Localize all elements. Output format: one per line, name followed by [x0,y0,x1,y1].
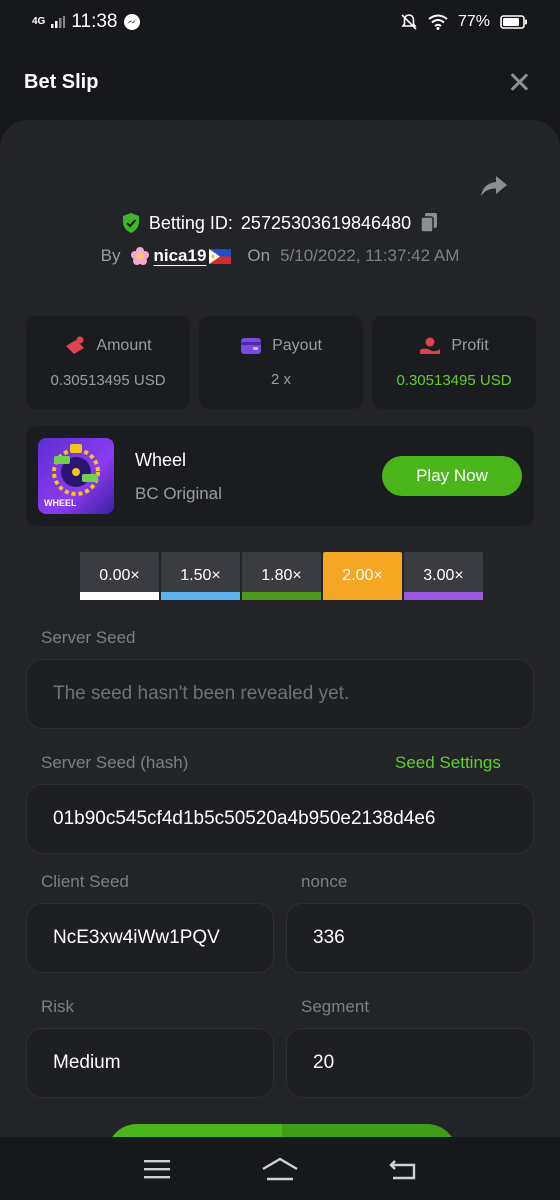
play-now-button[interactable]: Play Now [382,456,522,496]
stat-value: 0.30513495 USD [50,372,166,389]
stat-value: 0.30513495 USD [396,372,512,389]
bet-stats: Amount 0.30513495 USD Payout 2 x Profit … [26,316,536,409]
status-bar: 4G 11:38 77% [0,0,560,44]
bet-date: 5/10/2022, 11:37:42 AM [280,246,460,265]
header: Bet Slip [0,44,560,120]
network-indicator: 4G [32,16,46,27]
profit-icon [420,337,441,354]
mute-bell-icon [401,14,417,30]
amount-icon [66,336,85,354]
multiplier-bar: 0.00× 1.50× 1.80× 2.00× 3.00× [80,552,483,600]
server-seed-hash-field[interactable]: 01b90c545cf4d1b5c50520a4b950e2138d4e6 [26,784,534,854]
stat-amount: Amount 0.30513495 USD [26,316,190,409]
nonce-label: nonce [301,872,348,891]
multiplier-color-bar [242,592,321,600]
bet-details-sheet: Betting ID: 25725303619846480 By nica19 … [0,120,560,1140]
multiplier-chip: 1.80× [242,552,321,600]
clock: 11:38 [71,11,118,32]
seed-settings-link[interactable]: Seed Settings [395,753,501,773]
segment-field[interactable]: 20 [286,1028,534,1098]
signal-icon [51,16,66,28]
game-card: WHEEL Wheel BC Original Play Now [26,426,534,526]
back-icon [388,1159,415,1179]
wifi-icon [428,14,448,30]
home-nav-button[interactable] [260,1154,300,1184]
nonce-field[interactable]: 336 [286,903,534,973]
stat-label: Amount [96,337,152,354]
back-nav-button[interactable] [383,1154,423,1184]
battery-percent: 77% [457,13,490,30]
betting-id-label: Betting ID: [148,212,233,233]
multiplier-label: 1.50× [180,567,221,584]
segment-label: Segment [301,997,370,1016]
flower-icon [131,247,150,265]
multiplier-label: 1.80× [261,567,302,584]
multiplier-color-bar [323,592,402,600]
wallet-icon [241,338,262,354]
on-label: On [247,246,271,265]
client-seed-field[interactable]: NcE3xw4iWw1PQV [26,903,274,973]
menu-nav-button[interactable] [137,1154,177,1184]
risk-label: Risk [41,997,75,1016]
bet-meta-row: By nica19 On 5/10/2022, 11:37:42 AM [0,246,560,266]
multiplier-chip: 0.00× [80,552,159,600]
flag-icon [209,248,232,264]
multiplier-chip: 3.00× [404,552,483,600]
username[interactable]: nica19 [153,246,206,266]
copy-icon[interactable] [419,212,439,234]
multiplier-color-bar [161,592,240,600]
betting-id-row: Betting ID: 25725303619846480 [0,212,560,234]
battery-icon [500,15,527,29]
close-button[interactable] [508,71,530,93]
stat-value: 2 x [270,371,291,388]
game-thumbnail[interactable]: WHEEL [38,438,114,514]
user-link[interactable]: nica19 [130,246,232,266]
multiplier-label: 2.00× [342,567,383,584]
multiplier-label: 0.00× [99,567,140,584]
multiplier-color-bar [404,592,483,600]
stat-profit: Profit 0.30513495 USD [372,316,536,409]
betting-id-value: 25725303619846480 [240,212,412,233]
stat-payout: Payout 2 x [199,316,363,409]
multiplier-color-bar [80,592,159,600]
game-name: Wheel [135,450,187,470]
page-title: Bet Slip [24,70,99,93]
server-seed-field[interactable]: The seed hasn't been revealed yet. [26,659,534,729]
stat-label: Profit [451,337,489,354]
server-seed-hash-label: Server Seed (hash) [41,753,189,772]
stat-label: Payout [272,337,322,354]
server-seed-label: Server Seed [41,628,136,647]
verified-shield-icon [122,213,139,233]
multiplier-chip: 1.50× [161,552,240,600]
game-thumbnail-label: WHEEL [44,498,77,508]
risk-field[interactable]: Medium [26,1028,274,1098]
share-icon[interactable] [480,174,508,198]
messenger-icon [124,14,141,30]
game-subtitle: BC Original [135,484,222,503]
multiplier-chip-active: 2.00× [323,552,402,600]
client-seed-label: Client Seed [41,872,129,891]
by-label: By [100,246,121,265]
system-nav-bar [0,1137,560,1200]
home-icon [262,1157,298,1180]
menu-icon [144,1159,171,1178]
multiplier-label: 3.00× [423,567,464,584]
